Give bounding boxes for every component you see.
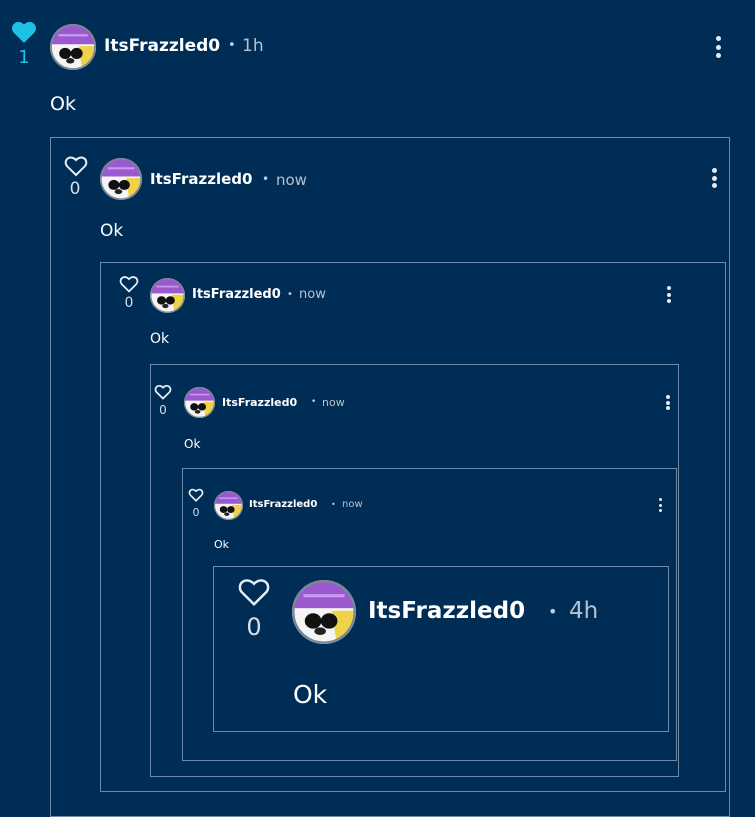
author-name[interactable]: ItsFrazzled0 bbox=[249, 499, 317, 510]
comment-text: Ok bbox=[214, 538, 230, 551]
separator-dot: • bbox=[287, 289, 293, 300]
heart-icon[interactable] bbox=[188, 488, 204, 502]
timestamp: now bbox=[299, 287, 326, 302]
avatar[interactable] bbox=[50, 24, 96, 70]
avatar[interactable] bbox=[214, 491, 243, 520]
timestamp: 4h bbox=[569, 598, 599, 624]
separator-dot: • bbox=[228, 38, 236, 53]
timestamp: now bbox=[322, 396, 345, 409]
author-name[interactable]: ItsFrazzled0 bbox=[104, 36, 220, 56]
like-count: 0 bbox=[69, 179, 81, 199]
like-count: 0 bbox=[124, 295, 134, 311]
author-name[interactable]: ItsFrazzled0 bbox=[368, 598, 525, 624]
like-count: 0 bbox=[192, 506, 200, 519]
more-vertical-icon[interactable] bbox=[658, 498, 663, 512]
avatar[interactable] bbox=[150, 278, 185, 313]
separator-dot: • bbox=[311, 397, 317, 407]
comment-text: Ok bbox=[150, 331, 170, 347]
separator-dot: • bbox=[262, 172, 270, 186]
avatar[interactable] bbox=[100, 158, 142, 200]
like-count: 0 bbox=[159, 403, 167, 417]
more-vertical-icon[interactable] bbox=[665, 395, 670, 410]
more-vertical-icon[interactable] bbox=[711, 168, 718, 188]
heart-icon[interactable] bbox=[237, 577, 271, 607]
timestamp: now bbox=[276, 171, 307, 189]
quoted-comment-frame-5 bbox=[213, 566, 669, 732]
author-name[interactable]: ItsFrazzled0 bbox=[150, 170, 252, 188]
author-name[interactable]: ItsFrazzled0 bbox=[222, 396, 297, 409]
like-count: 0 bbox=[246, 613, 262, 641]
separator-dot: • bbox=[548, 602, 558, 621]
heart-icon[interactable] bbox=[154, 384, 172, 400]
comment-text: Ok bbox=[293, 680, 328, 709]
comment-text: Ok bbox=[184, 437, 201, 451]
like-count: 1 bbox=[18, 47, 30, 68]
heart-icon[interactable] bbox=[11, 20, 37, 44]
author-name[interactable]: ItsFrazzled0 bbox=[192, 287, 281, 302]
avatar[interactable] bbox=[184, 387, 215, 418]
more-vertical-icon[interactable] bbox=[666, 286, 672, 303]
heart-icon[interactable] bbox=[119, 275, 139, 293]
comment-text: Ok bbox=[100, 221, 124, 241]
separator-dot: • bbox=[331, 500, 336, 509]
more-vertical-icon[interactable] bbox=[714, 36, 722, 58]
heart-icon[interactable] bbox=[64, 155, 88, 177]
avatar[interactable] bbox=[292, 580, 356, 644]
comment-text: Ok bbox=[50, 93, 76, 115]
timestamp: 1h bbox=[242, 36, 264, 56]
timestamp: now bbox=[342, 499, 363, 510]
